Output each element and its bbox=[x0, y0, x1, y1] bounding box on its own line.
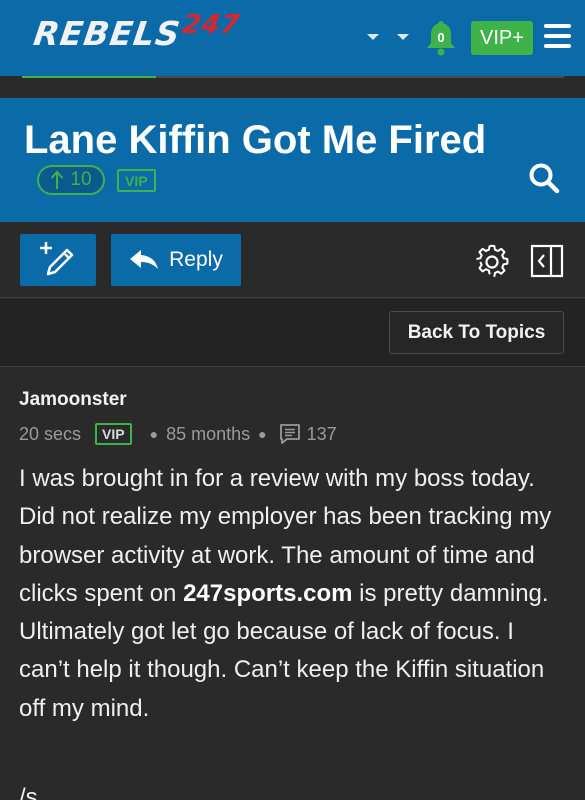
upvote-arrow-icon bbox=[51, 170, 64, 189]
reply-label: Reply bbox=[169, 248, 223, 271]
separator-dot: ● bbox=[149, 426, 159, 442]
notification-count: 0 bbox=[437, 30, 445, 45]
new-post-button[interactable] bbox=[20, 234, 96, 286]
chevron-down-icon[interactable] bbox=[394, 28, 412, 46]
logo-number: 247 bbox=[180, 10, 243, 40]
back-to-topics-button[interactable]: Back To Topics bbox=[389, 311, 564, 354]
vip-plus-button[interactable]: VIP+ bbox=[471, 21, 533, 55]
nav-divider bbox=[0, 76, 585, 98]
reply-button[interactable]: Reply bbox=[111, 234, 241, 286]
post-time: 20 secs bbox=[19, 423, 82, 444]
menu-line bbox=[544, 34, 571, 38]
hamburger-menu-icon[interactable] bbox=[544, 24, 571, 48]
post-author[interactable]: Jamoonster bbox=[19, 389, 127, 411]
upvote-count: 10 bbox=[70, 169, 92, 190]
vip-badge: VIP bbox=[117, 169, 156, 192]
menu-line bbox=[544, 44, 571, 48]
reply-arrow-icon bbox=[130, 250, 159, 269]
post-body-link[interactable]: 247sports.com bbox=[183, 580, 352, 607]
active-indicator bbox=[22, 76, 156, 78]
post-count: 137 bbox=[306, 423, 337, 444]
post-signature: /s bbox=[19, 784, 38, 800]
logo-text: REBELS bbox=[31, 14, 184, 53]
divider-line bbox=[156, 76, 564, 78]
gear-icon[interactable] bbox=[474, 244, 510, 280]
thread-header: Lane Kiffin Got Me Fired 10 VIP bbox=[0, 98, 585, 222]
upvote-button[interactable]: 10 bbox=[37, 165, 105, 195]
post-item: Jamoonster 20 secs VIP ● 85 months ● 137… bbox=[0, 368, 585, 800]
member-tenure: 85 months bbox=[166, 423, 251, 444]
action-bar: Reply bbox=[0, 222, 585, 298]
chevron-down-icon[interactable] bbox=[364, 28, 382, 46]
thread-title: Lane Kiffin Got Me Fired bbox=[24, 118, 487, 162]
new-post-pencil-icon bbox=[40, 242, 74, 276]
separator-dot: ● bbox=[258, 426, 267, 442]
site-logo[interactable]: REBELS247 bbox=[31, 10, 242, 53]
top-navigation-bar: REBELS247 0 VIP+ bbox=[0, 0, 585, 76]
post-body: I was brought in for a review with my bo… bbox=[19, 460, 569, 728]
back-row: Back To Topics bbox=[0, 299, 585, 367]
author-vip-badge: VIP bbox=[95, 423, 132, 445]
posts-count-icon bbox=[279, 424, 300, 444]
post-meta: 20 secs VIP ● 85 months ● 137 bbox=[19, 421, 337, 447]
menu-line bbox=[544, 24, 571, 28]
collapse-sidebar-icon[interactable] bbox=[530, 244, 564, 278]
search-icon[interactable] bbox=[527, 161, 561, 195]
